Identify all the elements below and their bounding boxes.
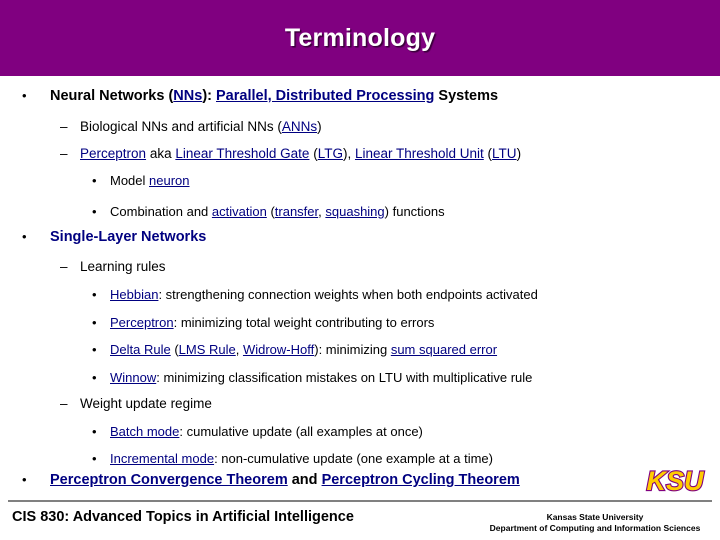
text-run: Systems <box>434 88 499 104</box>
bullet-line: • Incremental mode: non-cumulative update… <box>92 451 493 466</box>
bullet-line: • Winnow: minimizing classification mista… <box>92 370 533 385</box>
bullet-marker-icon: • <box>22 88 27 103</box>
text-run: : minimizing total weight contributing t… <box>173 315 435 330</box>
text-run: Learning rules <box>80 259 166 274</box>
text-run: Weight update regime <box>80 396 212 411</box>
text-run: Single-Layer Networks <box>50 229 207 245</box>
bullet-line: • Combination and activation (transfer, s… <box>92 204 445 219</box>
bullet-line: – Perceptron aka Linear Threshold Gate (L… <box>60 146 522 161</box>
bullet-marker-icon: • <box>92 342 97 357</box>
slide-body: • Neural Networks (NNs): Parallel, Distri… <box>0 76 720 488</box>
bullet-marker-icon: • <box>92 370 97 385</box>
text-run: Delta Rule <box>110 342 171 357</box>
text-run: LMS Rule <box>178 342 236 357</box>
text-run: neuron <box>149 173 190 188</box>
bullet-marker-icon: – <box>60 396 68 411</box>
bullet-marker-icon: • <box>92 315 97 330</box>
text-run: Combination and <box>110 204 212 219</box>
bullet-line: • Hebbian: strengthening connection weigh… <box>92 287 538 302</box>
text-run: Winnow <box>110 370 157 385</box>
text-run: Model <box>110 173 150 188</box>
text-run: Neural Networks ( <box>50 88 174 104</box>
text-run: LTG <box>317 146 343 161</box>
text-run: and <box>287 472 322 488</box>
bullet-marker-icon: • <box>92 173 97 188</box>
text-run: Incremental mode <box>110 451 215 466</box>
bullet-line: • Perceptron: minimizing total weight con… <box>92 315 435 330</box>
footer-affiliation: Kansas State University Department of Co… <box>478 512 712 534</box>
text-run: LTU <box>492 146 517 161</box>
text-run: ANNs <box>281 119 318 134</box>
text-run: sum squared error <box>390 342 498 357</box>
text-run: Perceptron <box>110 315 174 330</box>
bullet-marker-icon: – <box>60 146 68 161</box>
text-run: ): minimizing <box>314 342 391 357</box>
text-run: NNs <box>173 88 203 104</box>
footer-university: Kansas State University <box>546 512 644 522</box>
text-run: ( <box>170 342 179 357</box>
svg-text:KSU: KSU <box>646 466 705 496</box>
ksu-logo-icon: KSU <box>645 465 706 497</box>
bullet-marker-icon: • <box>22 229 27 244</box>
footer-department: Department of Computing and Information … <box>489 523 701 533</box>
bullet-marker-icon: • <box>22 472 27 487</box>
text-run: Linear Threshold Gate <box>175 146 310 161</box>
bullet-marker-icon: • <box>92 204 97 219</box>
text-run: Perceptron Cycling Theorem <box>321 472 520 488</box>
bullet-marker-icon: • <box>92 287 97 302</box>
footer-divider <box>8 500 712 502</box>
text-run: Batch mode <box>110 424 180 439</box>
text-run: activation <box>211 204 267 219</box>
text-run: : non-cumulative update (one example at … <box>214 451 493 466</box>
bullet-line: – Weight update regime <box>60 396 212 411</box>
text-run: transfer <box>274 204 319 219</box>
text-run: squashing <box>325 204 385 219</box>
bullet-line: • Perceptron Convergence Theorem and Perc… <box>22 472 520 488</box>
bullet-marker-icon: – <box>60 259 68 274</box>
text-run: : minimizing classification mistakes on … <box>156 370 533 385</box>
text-run: : cumulative update (all examples at onc… <box>179 424 423 439</box>
text-run: Perceptron Convergence Theorem <box>50 472 288 488</box>
ksu-logo: KSU <box>638 460 712 500</box>
text-run: , <box>235 342 243 357</box>
text-run: Hebbian <box>110 287 159 302</box>
bullet-marker-icon: • <box>92 451 97 466</box>
text-run: ), <box>342 146 355 161</box>
text-run: ( <box>309 146 318 161</box>
bullet-marker-icon: • <box>92 424 97 439</box>
page-title: Terminology <box>284 24 436 52</box>
bullet-line: • Delta Rule (LMS Rule, Widrow-Hoff): min… <box>92 342 498 357</box>
text-run: ) <box>516 146 522 161</box>
slide-title-bar: Terminology <box>0 0 720 76</box>
bullet-line: • Model neuron <box>92 173 190 188</box>
bullet-line: – Learning rules <box>60 259 166 274</box>
bullet-line: • Batch mode: cumulative update (all exam… <box>92 424 423 439</box>
bullet-line: • Neural Networks (NNs): Parallel, Distri… <box>22 88 499 104</box>
bullet-line: – Biological NNs and artificial NNs (ANNs… <box>60 119 322 134</box>
bullet-line: • Single-Layer Networks <box>22 229 207 245</box>
text-run: Linear Threshold Unit <box>354 146 484 161</box>
text-run: ): <box>202 88 216 104</box>
text-run: aka <box>149 146 172 161</box>
text-run: ( <box>266 204 275 219</box>
text-run: ) functions <box>384 204 445 219</box>
text-run: Widrow-Hoff <box>242 342 315 357</box>
text-run: Perceptron <box>80 146 147 161</box>
text-run: Parallel, Distributed Processing <box>216 88 435 104</box>
text-run: ) <box>317 119 322 134</box>
footer-course-title: CIS 830: Advanced Topics in Artificial I… <box>12 509 354 525</box>
text-run: ( <box>483 146 493 161</box>
bullet-marker-icon: – <box>60 119 68 134</box>
text-run: : strengthening connection weights when … <box>158 287 538 302</box>
text-run: Biological NNs and artificial NNs ( <box>80 119 282 134</box>
